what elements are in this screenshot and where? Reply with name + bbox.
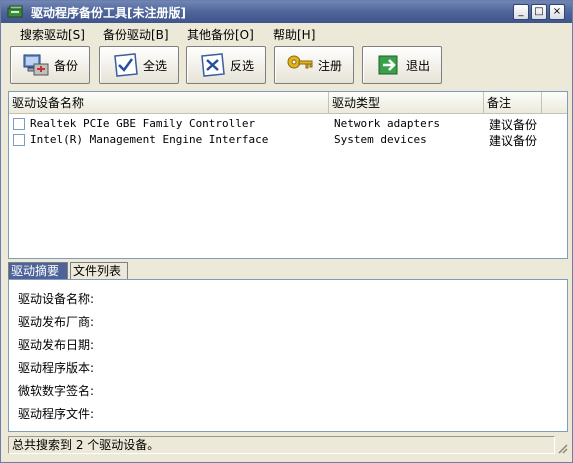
invert-selection-label: 反选: [229, 58, 254, 73]
row-checkbox[interactable]: [13, 118, 25, 130]
exit-label: 退出: [405, 58, 430, 73]
menu-help[interactable]: 帮助[H]: [273, 26, 315, 43]
select-all-label: 全选: [142, 58, 167, 73]
note-cell: 建议备份: [489, 134, 538, 148]
menu-search-driver[interactable]: 搜索驱动[S]: [20, 26, 85, 43]
window-title: 驱动程序备份工具[未注册版]: [31, 6, 186, 20]
driver-summary-panel: 驱动设备名称: 驱动发布厂商: 驱动发布日期: 驱动程序版本: 微软数字签名: …: [8, 279, 568, 432]
device-name-cell: Intel(R) Management Engine Interface: [30, 133, 269, 146]
minimize-button[interactable]: _: [513, 4, 529, 20]
computer-backup-icon: [23, 54, 49, 76]
column-device-name[interactable]: 驱动设备名称: [9, 92, 329, 114]
backup-label: 备份: [53, 58, 78, 73]
checkmark-icon: [114, 53, 138, 77]
tab-driver-summary[interactable]: 驱动摘要: [8, 262, 68, 280]
register-label: 注册: [317, 58, 342, 73]
device-name-label: 驱动设备名称:: [18, 292, 95, 306]
list-header: 驱动设备名称 驱动类型 备注: [9, 92, 567, 114]
vendor-label: 驱动发布厂商:: [18, 315, 95, 329]
select-all-button[interactable]: 全选: [99, 46, 179, 84]
toolbar: 备份 全选 反选 注册 退出: [2, 43, 572, 89]
device-name-cell: Realtek PCIe GBE Family Controller: [30, 117, 256, 130]
exit-arrow-icon: [378, 55, 398, 75]
register-button[interactable]: 注册: [274, 46, 354, 84]
release-date-label: 驱动发布日期:: [18, 338, 95, 352]
key-icon: [287, 55, 313, 69]
resize-grip-icon[interactable]: [556, 442, 568, 454]
driver-list[interactable]: 驱动设备名称 驱动类型 备注 Realtek PCIe GBE Family C…: [8, 91, 568, 259]
maximize-button[interactable]: □: [531, 4, 547, 20]
tab-file-list[interactable]: 文件列表: [70, 262, 128, 280]
detail-tabs: 驱动摘要 文件列表: [8, 262, 568, 280]
app-window: 驱动程序备份工具[未注册版] _ □ × 搜索驱动[S] 备份驱动[B] 其他备…: [0, 0, 573, 463]
close-button[interactable]: ×: [549, 4, 565, 20]
table-row[interactable]: Intel(R) Management Engine Interface Sys…: [9, 132, 567, 148]
exit-button[interactable]: 退出: [362, 46, 442, 84]
note-cell: 建议备份: [489, 118, 538, 132]
menu-backup-driver[interactable]: 备份驱动[B]: [103, 26, 169, 43]
driver-type-cell: System devices: [334, 133, 427, 146]
column-driver-type[interactable]: 驱动类型: [329, 92, 484, 114]
invert-selection-button[interactable]: 反选: [186, 46, 266, 84]
driver-files-label: 驱动程序文件:: [18, 407, 95, 421]
status-bar: 总共搜索到 2 个驱动设备。: [2, 434, 572, 462]
menu-bar: 搜索驱动[S] 备份驱动[B] 其他备份[O] 帮助[H]: [2, 23, 572, 43]
driver-type-cell: Network adapters: [334, 117, 440, 130]
digital-signature-label: 微软数字签名:: [18, 384, 95, 398]
table-row[interactable]: Realtek PCIe GBE Family Controller Netwo…: [9, 116, 567, 132]
menu-other-backup[interactable]: 其他备份[O]: [187, 26, 254, 43]
status-text: 总共搜索到 2 个驱动设备。: [8, 436, 555, 454]
title-bar[interactable]: 驱动程序备份工具[未注册版] _ □ ×: [1, 1, 572, 23]
cross-mark-icon: [201, 53, 225, 77]
app-icon: [7, 5, 23, 18]
row-checkbox[interactable]: [13, 134, 25, 146]
backup-button[interactable]: 备份: [10, 46, 90, 84]
column-note[interactable]: 备注: [484, 92, 542, 114]
version-label: 驱动程序版本:: [18, 361, 95, 375]
